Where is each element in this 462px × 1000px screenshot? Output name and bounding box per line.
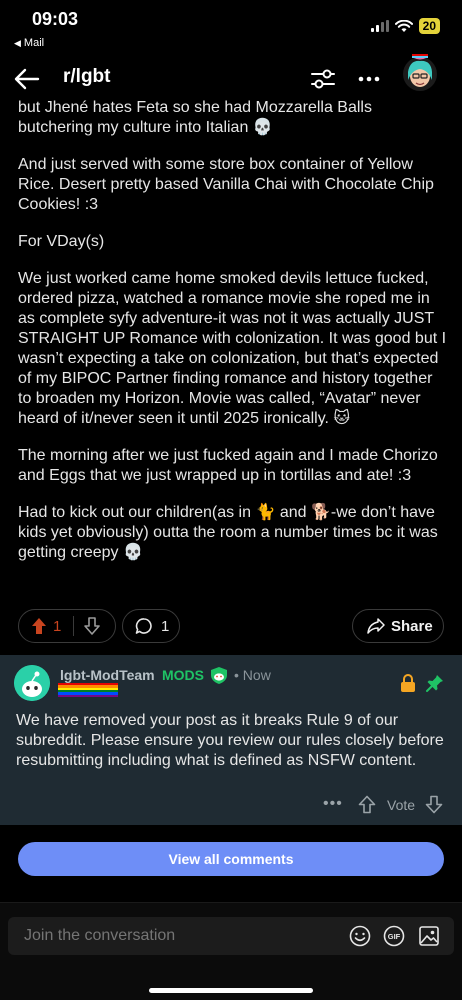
- comment-more-icon[interactable]: •••: [323, 795, 343, 813]
- user-avatar[interactable]: [400, 52, 440, 94]
- image-attach-icon[interactable]: [418, 925, 440, 947]
- comment-upvote-icon[interactable]: [358, 795, 376, 814]
- comment-composer-bar: GIF: [0, 902, 462, 1000]
- share-button[interactable]: Share: [352, 609, 444, 643]
- lock-icon: [401, 674, 415, 692]
- comment-downvote-icon[interactable]: [425, 795, 443, 814]
- view-all-comments-button[interactable]: View all comments: [18, 842, 444, 876]
- signal-icon: [370, 20, 389, 32]
- battery-indicator: 20: [418, 18, 440, 34]
- downvote-icon[interactable]: [84, 617, 101, 635]
- vote-count: 1: [53, 617, 62, 635]
- share-label: Share: [391, 617, 433, 635]
- more-options-icon[interactable]: [356, 66, 382, 92]
- mod-comment-text: We have removed your post as it breaks R…: [16, 712, 444, 769]
- comment-composer: GIF: [8, 917, 454, 955]
- status-time: 09:03: [32, 9, 79, 29]
- post-body: but Jhené hates Feta so she had Mozzarel…: [18, 98, 450, 580]
- post-paragraph: For VDay(s): [18, 233, 105, 250]
- status-icons: 20: [370, 18, 440, 34]
- mod-username[interactable]: lgbt-ModTeam: [60, 667, 155, 683]
- mod-shield-icon: [211, 667, 227, 684]
- subreddit-title[interactable]: r/lgbt: [63, 66, 111, 88]
- back-triangle-icon: ◀: [14, 37, 21, 48]
- mods-badge: MODS: [162, 667, 204, 683]
- gif-icon[interactable]: GIF: [383, 925, 405, 947]
- post-actions: 1 1 Share: [18, 609, 444, 643]
- post-paragraph: Had to kick out our children(as in 🐈 and…: [18, 504, 438, 561]
- emoji-icon[interactable]: [349, 925, 371, 947]
- mod-avatar[interactable]: [14, 665, 50, 701]
- comment-bubble-icon: [135, 618, 152, 634]
- post-paragraph: And just served with some store box cont…: [18, 156, 434, 213]
- mod-comment: lgbt-ModTeam MODS • Now We have removed …: [0, 655, 462, 825]
- comment-vote-label: Vote: [387, 797, 416, 813]
- post-paragraph: The morning after we just fucked again a…: [18, 447, 438, 484]
- comment-count: 1: [161, 617, 170, 635]
- post-paragraph: but Jhené hates Feta so she had Mozzarel…: [18, 99, 372, 136]
- pin-icon: [426, 675, 443, 692]
- back-to-mail-link[interactable]: ◀ Mail: [14, 37, 44, 49]
- status-bar: 09:03 ◀ Mail 20: [0, 0, 462, 54]
- wifi-icon: [394, 19, 413, 32]
- comment-timestamp: • Now: [234, 667, 271, 683]
- back-arrow-icon[interactable]: [12, 64, 42, 94]
- comment-input[interactable]: [24, 927, 324, 945]
- post-paragraph: We just worked came home smoked devils l…: [18, 270, 447, 427]
- vote-control: 1: [18, 609, 116, 643]
- filter-sliders-icon[interactable]: [310, 66, 336, 92]
- vote-divider: [73, 616, 75, 636]
- snoo-avatar-icon: [14, 665, 50, 701]
- share-arrow-icon: [367, 618, 385, 634]
- home-indicator: [149, 988, 313, 993]
- pride-flag-flair: [58, 683, 118, 697]
- comment-button[interactable]: 1: [122, 609, 180, 643]
- flag-stripe: [58, 694, 118, 697]
- back-app-label: Mail: [23, 37, 45, 49]
- upvote-icon[interactable]: [31, 617, 47, 635]
- gif-label: GIF: [388, 932, 401, 941]
- subreddit-header: r/lgbt: [0, 54, 462, 100]
